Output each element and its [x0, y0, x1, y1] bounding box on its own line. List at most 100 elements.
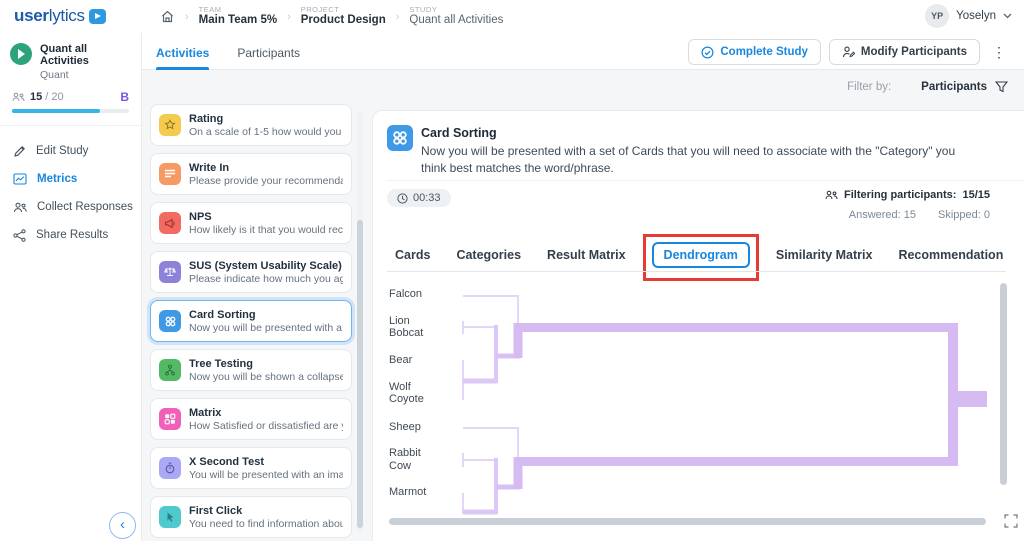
share-icon [13, 228, 26, 242]
dendrogram-leaf: Bobcat [389, 327, 424, 339]
divider [387, 271, 1006, 272]
sidebar-item-share-results[interactable]: Share Results [0, 221, 141, 249]
tab-activities[interactable]: Activities [156, 33, 210, 70]
breadcrumb-chevron-icon: › [185, 10, 189, 23]
scale-icon [159, 261, 181, 283]
vertical-scrollbar-thumb[interactable] [1000, 283, 1007, 485]
balance-badge[interactable]: B [120, 90, 129, 104]
filter-value[interactable]: Participants [921, 81, 987, 93]
result-tabs: Cards Categories Result Matrix Dendrogra… [395, 234, 1003, 281]
breadcrumb-study[interactable]: STUDY Quant all Activities [409, 5, 503, 27]
dendrogram-lines [462, 295, 987, 515]
filter-by-label: Filter by: [847, 81, 892, 93]
expand-fullscreen-icon[interactable] [1004, 514, 1018, 528]
home-icon[interactable] [160, 9, 175, 24]
tab-participants[interactable]: Participants [237, 33, 300, 70]
skipped-count: Skipped: 0 [938, 209, 990, 221]
dendrogram-leaf: Coyote [389, 393, 424, 405]
logo-text-light: lytics [48, 6, 85, 25]
app-root: user lytics › TEAM Main Team 5% › PROJECT… [0, 0, 1024, 541]
breadcrumb: › TEAM Main Team 5% › PROJECT Product De… [160, 0, 503, 33]
participants-current: 15 [30, 91, 43, 103]
participants-total: / 20 [45, 91, 64, 103]
breadcrumb-chevron-icon: › [395, 10, 400, 23]
dendrogram-leaf: Rabbit [389, 447, 421, 459]
participants-count: 15 / 20 B [12, 90, 129, 104]
divider [387, 180, 1024, 181]
study-tabs: Activities Participants [156, 33, 300, 70]
list-item-x-second-test[interactable]: X Second Test You will be presented with … [150, 447, 352, 489]
tree-icon [159, 359, 181, 381]
sidebar-item-metrics[interactable]: Metrics [0, 165, 141, 193]
star-icon [159, 114, 181, 136]
timer-pill: 00:33 [387, 189, 451, 207]
study-summary: Quant all Activities Quant [0, 33, 141, 81]
timer-value: 00:33 [413, 192, 441, 204]
activity-title: Card Sorting [421, 126, 497, 140]
answered-count: Answered: 15 [848, 209, 917, 221]
list-item-sus[interactable]: SUS (System Usability Scale) Please indic… [150, 251, 352, 293]
list-item-first-click[interactable]: First Click You need to find information … [150, 496, 352, 538]
sidebar-item-collect-responses[interactable]: Collect Responses [0, 193, 141, 221]
tab-categories[interactable]: Categories [456, 248, 521, 262]
dendrogram-leaf: Bear [389, 354, 413, 366]
dendrogram-leaf: Lion [389, 315, 410, 327]
list-item-card-sorting[interactable]: Card Sorting Now you will be presented wi… [150, 300, 352, 342]
filter-funnel-icon[interactable] [995, 81, 1008, 93]
breadcrumb-team[interactable]: TEAM Main Team 5% [199, 5, 277, 27]
modify-participants-button[interactable]: Modify Participants [828, 39, 980, 65]
tab-dendrogram[interactable]: Dendrogram [651, 242, 750, 268]
dendrogram-chart: Falcon Lion Bobcat Bear Wolf Coyote Shee… [373, 273, 1024, 523]
horizontal-scrollbar-thumb[interactable] [389, 518, 986, 525]
text-lines-icon [159, 163, 181, 185]
study-title: Quant all Activities [40, 43, 89, 67]
topbar-actions: Complete Study Modify Participants ⋮ [688, 39, 1010, 65]
check-circle-icon [701, 45, 714, 59]
filtering-participants: Filtering participants: 15/15 [825, 189, 990, 201]
logo-text-bold: user [14, 6, 49, 25]
breadcrumb-chevron-icon: › [287, 10, 291, 23]
user-menu[interactable]: YP Yoselyn [925, 4, 1012, 28]
stopwatch-icon [159, 457, 181, 479]
list-item-rating[interactable]: RatingOn a scale of 1-5 how would you ra… [150, 104, 352, 146]
complete-study-button[interactable]: Complete Study [688, 39, 821, 65]
megaphone-icon [159, 212, 181, 234]
sidebar-nav: Edit Study Metrics Collect Responses Sha… [0, 137, 141, 249]
participants-progressbar [12, 109, 129, 113]
filtering-value: 15/15 [962, 189, 990, 201]
sidebar-divider [0, 125, 141, 126]
study-subtitle: Quant [40, 69, 69, 81]
list-item-matrix[interactable]: Matrix How Satisfied or dissatisfied are … [150, 398, 352, 440]
answered-skipped: Answered: 15 Skipped: 0 [849, 209, 990, 221]
tab-result-matrix[interactable]: Result Matrix [547, 248, 626, 262]
userlytics-logo[interactable]: user lytics [14, 6, 106, 26]
filtering-label: Filtering participants: [844, 189, 957, 201]
activity-list-scrollbar-thumb[interactable] [357, 220, 363, 528]
study-play-icon [10, 43, 32, 65]
progress-fill [12, 109, 100, 113]
dendrogram-leaf: Wolf [389, 381, 411, 393]
list-item-write-in[interactable]: Write In Please provide your recommendati… [150, 153, 352, 195]
tab-similarity-matrix[interactable]: Similarity Matrix [776, 248, 873, 262]
filter-row: Filter by: Participants [847, 81, 1008, 93]
collapse-sidebar-button[interactable]: ‹ [109, 512, 136, 539]
breadcrumb-project[interactable]: PROJECT Product Design [301, 5, 386, 27]
user-name: Yoselyn [956, 10, 996, 22]
dendrogram-leaf: Sheep [389, 421, 421, 433]
sidebar-item-edit-study[interactable]: Edit Study [0, 137, 141, 165]
card-sorting-grid-icon [159, 310, 181, 332]
chevron-down-icon [1003, 13, 1012, 19]
tab-recommendation[interactable]: Recommendation [898, 248, 1003, 262]
kebab-menu-icon[interactable]: ⋮ [988, 44, 1010, 61]
activity-description: Now you will be presented with a set of … [421, 144, 956, 175]
list-item-tree-testing[interactable]: Tree Testing Now you will be shown a coll… [150, 349, 352, 391]
list-item-nps[interactable]: NPS How likely is it that you would reco.… [150, 202, 352, 244]
logo-play-bubble-icon [88, 8, 106, 24]
left-sidebar: Quant all Activities Quant 15 / 20 B Edi… [0, 33, 142, 541]
matrix-grid-icon [159, 408, 181, 430]
person-edit-icon [842, 46, 855, 58]
people-icon [14, 202, 27, 212]
study-topbar: Activities Participants Complete Study M… [142, 33, 1024, 70]
top-header: user lytics › TEAM Main Team 5% › PROJECT… [0, 0, 1024, 33]
tab-cards[interactable]: Cards [395, 248, 430, 262]
